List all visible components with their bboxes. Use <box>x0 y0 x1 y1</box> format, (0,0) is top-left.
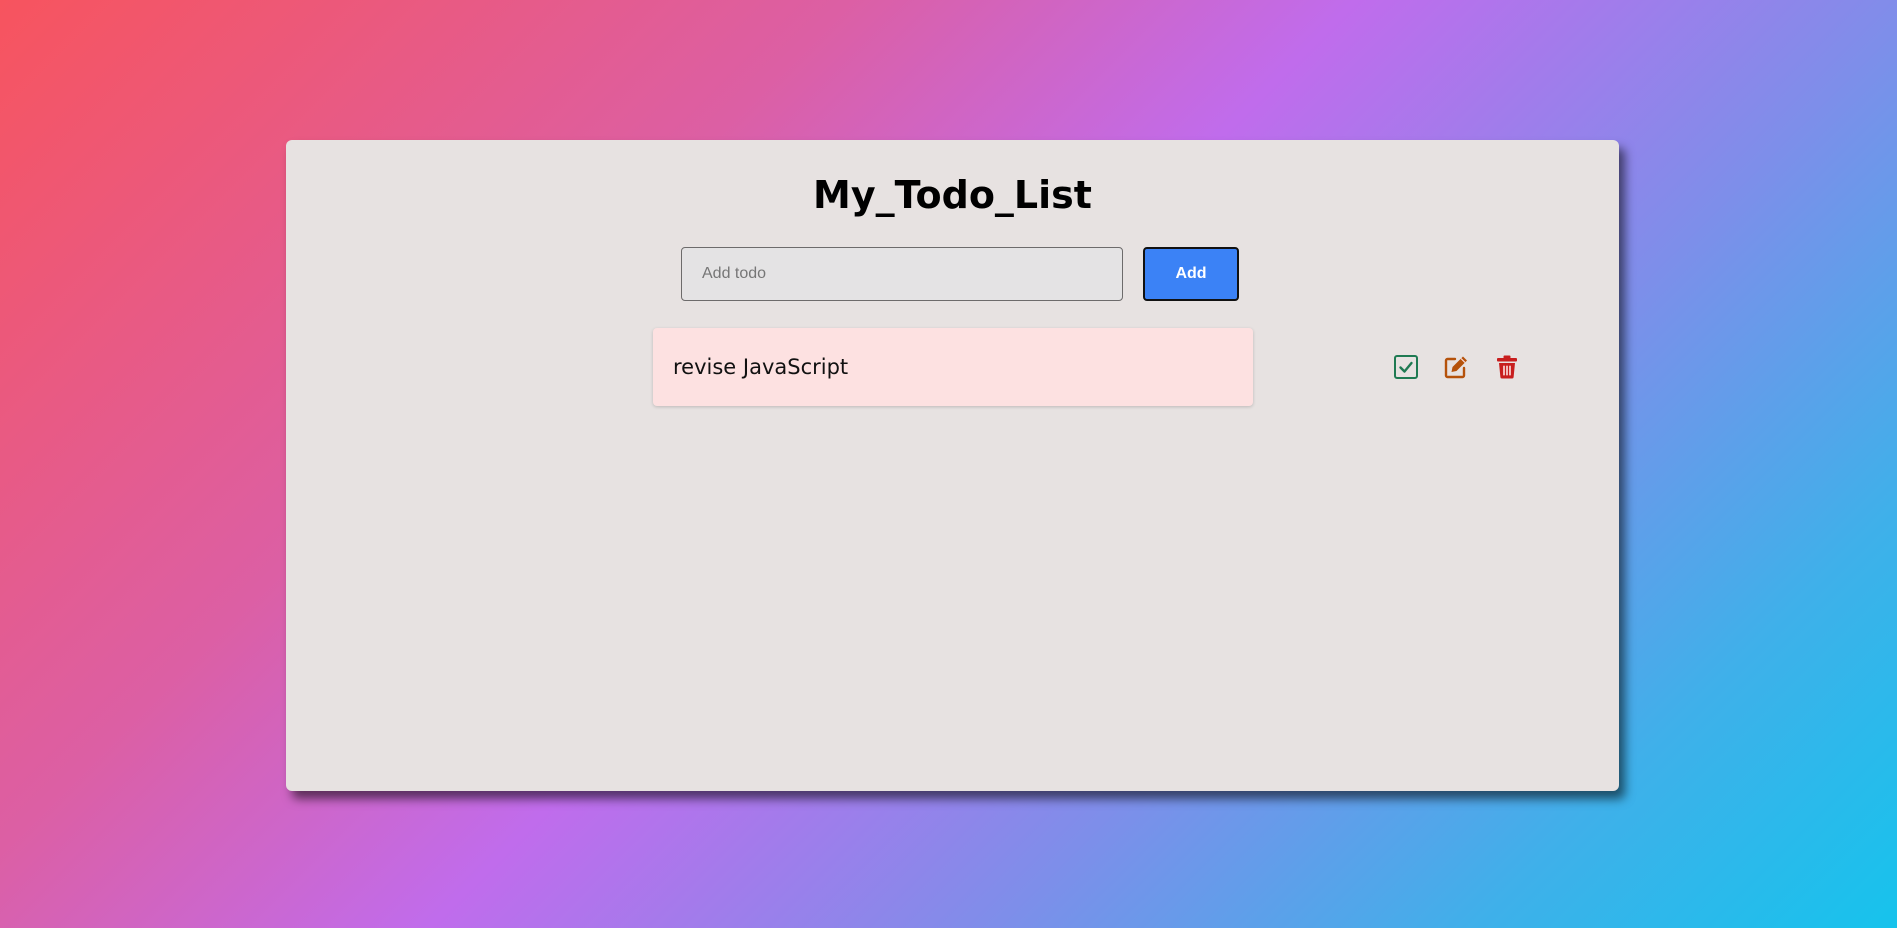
edit-todo-button[interactable] <box>1443 354 1469 380</box>
edit-icon <box>1444 356 1467 379</box>
trash-icon <box>1497 355 1517 379</box>
delete-todo-button[interactable] <box>1494 354 1520 380</box>
todo-text: revise JavaScript <box>673 355 849 379</box>
add-button[interactable]: Add <box>1143 247 1239 301</box>
complete-todo-button[interactable] <box>1393 354 1419 380</box>
check-square-icon <box>1394 355 1418 379</box>
add-todo-input[interactable] <box>681 247 1123 301</box>
page-title: My_Todo_List <box>813 173 1092 217</box>
todo-card: My_Todo_List Add revise JavaScript <box>286 140 1619 791</box>
todo-item: revise JavaScript <box>653 328 1517 406</box>
